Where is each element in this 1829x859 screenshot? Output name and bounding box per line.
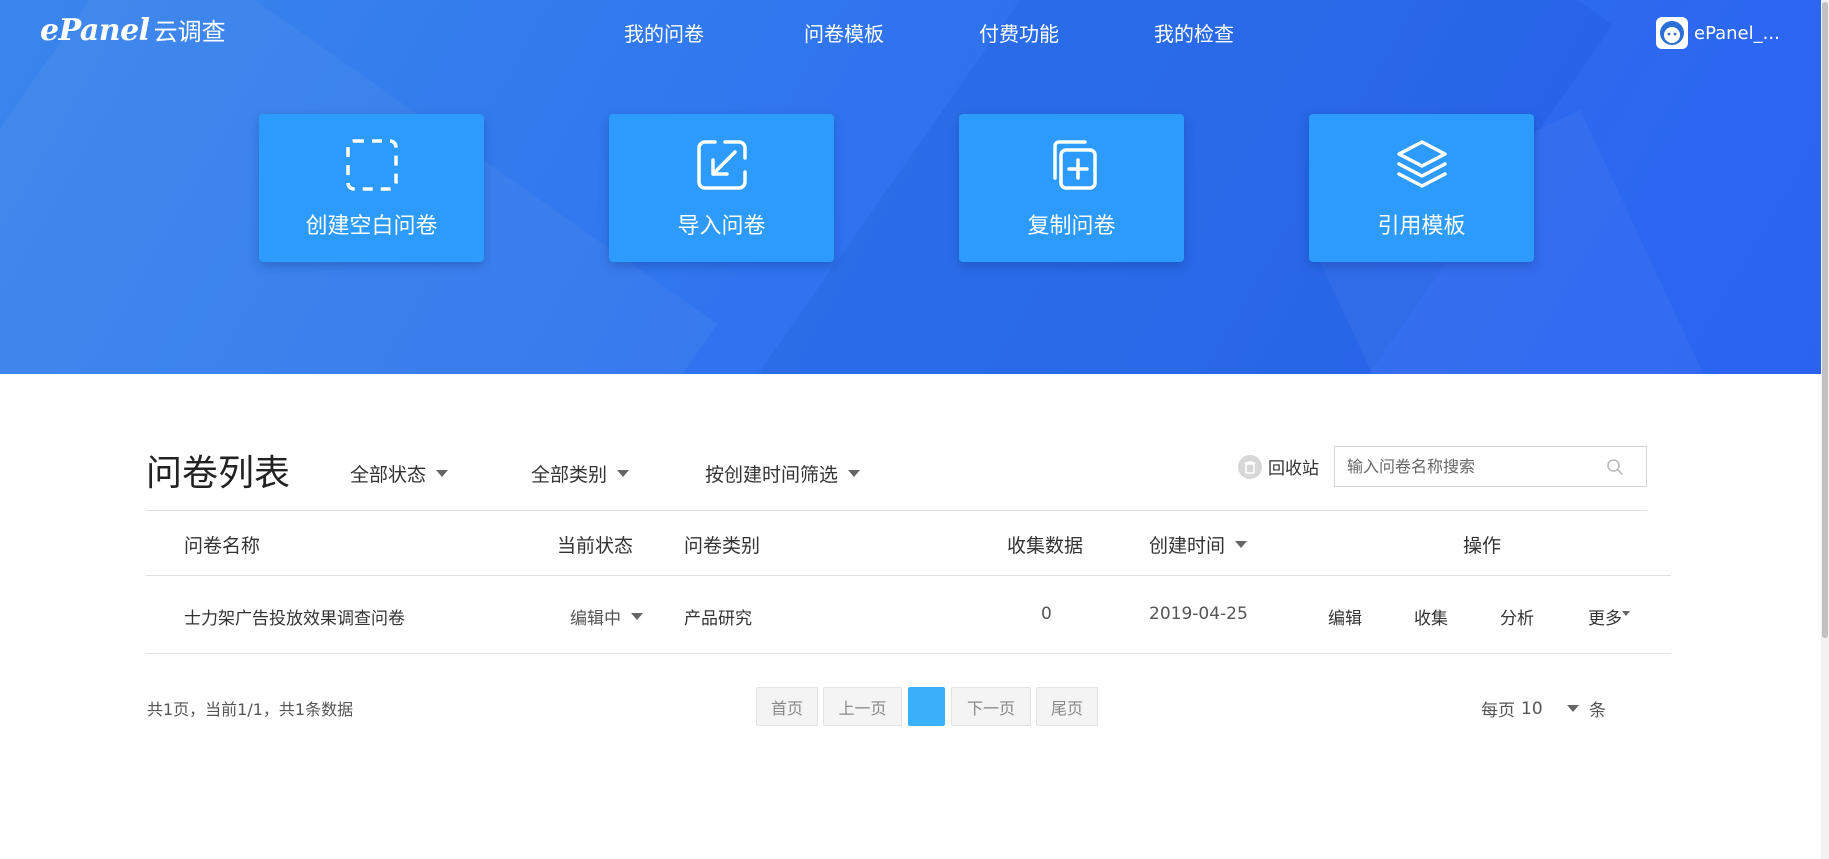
column-header-count: 收集数据	[1007, 535, 1084, 557]
user-menu[interactable]: ePanel_...	[1656, 17, 1780, 49]
more-dropdown[interactable]: 更多	[1588, 604, 1630, 629]
avatar	[1656, 17, 1688, 49]
column-header-status: 当前状态	[557, 535, 634, 557]
survey-name[interactable]: 士力架广告投放效果调查问卷	[184, 604, 405, 629]
last-page-button[interactable]: 尾页	[1036, 687, 1098, 726]
nav-paid-features[interactable]: 付费功能	[979, 18, 1059, 47]
copy-plus-icon	[1052, 140, 1097, 190]
analyze-button[interactable]: 分析	[1500, 604, 1534, 629]
action-label: 引用模板	[1377, 214, 1466, 239]
recycle-bin-button[interactable]: 回收站	[1238, 454, 1319, 479]
divider	[146, 510, 1647, 511]
dashed-square-icon	[345, 139, 398, 191]
sort-caret-icon	[1235, 541, 1248, 548]
hero-banner: ePanel 云调查 我的问卷 问卷模板 付费功能 我的检查 ePanel_..…	[0, 0, 1821, 374]
caret-down-icon	[1567, 705, 1579, 712]
scrollbar-thumb[interactable]	[1822, 2, 1828, 638]
action-label: 导入问卷	[677, 214, 766, 239]
column-header-name: 问卷名称	[184, 535, 261, 557]
copy-survey-button[interactable]: 复制问卷	[959, 114, 1184, 262]
filter-label: 全部状态	[350, 464, 427, 486]
column-header-created: 创建时间	[1149, 535, 1226, 557]
action-label: 创建空白问卷	[305, 214, 438, 239]
layers-icon	[1396, 140, 1447, 188]
column-header-created-sort[interactable]: 创建时间	[1149, 531, 1248, 558]
nav-my-checks[interactable]: 我的检查	[1154, 18, 1234, 47]
divider	[146, 575, 1671, 576]
import-arrow-icon	[696, 140, 747, 190]
status-value: 编辑中	[570, 609, 621, 629]
search-box	[1334, 446, 1647, 487]
avatar-face-icon	[1660, 21, 1684, 45]
recycle-bin-label: 回收站	[1268, 459, 1319, 479]
use-template-button[interactable]: 引用模板	[1309, 114, 1534, 262]
page-size-select[interactable]: 10	[1521, 699, 1579, 719]
first-page-button[interactable]: 首页	[756, 687, 818, 726]
search-input[interactable]	[1335, 457, 1600, 476]
user-name: ePanel_...	[1694, 22, 1780, 44]
main-nav: 我的问卷 问卷模板 付费功能 我的检查	[0, 18, 1821, 48]
divider	[146, 653, 1671, 654]
caret-down-icon	[436, 470, 449, 477]
page-title: 问卷列表	[146, 453, 291, 494]
action-label: 复制问卷	[1027, 214, 1116, 239]
create-blank-survey-button[interactable]: 创建空白问卷	[259, 114, 484, 262]
trash-icon	[1238, 454, 1262, 479]
caret-down-icon	[1622, 611, 1630, 616]
column-header-actions: 操作	[1463, 535, 1502, 557]
next-page-button[interactable]: 下一页	[951, 687, 1031, 726]
nav-my-surveys[interactable]: 我的问卷	[624, 18, 704, 47]
filter-label: 按创建时间筛选	[705, 464, 839, 486]
survey-category: 产品研究	[684, 609, 752, 629]
collected-count: 0	[1041, 604, 1052, 624]
category-filter-dropdown[interactable]: 全部类别	[531, 460, 630, 487]
page-size-control: 每页 10 条	[1481, 696, 1606, 722]
collect-button[interactable]: 收集	[1414, 604, 1448, 629]
more-label: 更多	[1588, 609, 1622, 629]
import-survey-button[interactable]: 导入问卷	[609, 114, 834, 262]
created-date: 2019-04-25	[1149, 604, 1248, 624]
created-time-filter-dropdown[interactable]: 按创建时间筛选	[705, 460, 861, 487]
edit-button[interactable]: 编辑	[1328, 604, 1362, 629]
status-filter-dropdown[interactable]: 全部状态	[350, 460, 449, 487]
pagination-summary: 共1页，当前1/1，共1条数据	[147, 700, 354, 719]
page-size-value: 10	[1521, 698, 1543, 719]
column-header-category: 问卷类别	[684, 535, 761, 557]
caret-down-icon	[631, 613, 643, 620]
search-icon[interactable]	[1606, 458, 1624, 476]
caret-down-icon	[848, 470, 861, 477]
vertical-scrollbar[interactable]	[1821, 0, 1829, 859]
filter-label: 全部类别	[531, 464, 608, 486]
status-dropdown[interactable]: 编辑中	[570, 604, 643, 629]
prev-page-button[interactable]: 上一页	[823, 687, 902, 726]
per-page-label: 每页	[1481, 701, 1515, 721]
nav-survey-templates[interactable]: 问卷模板	[804, 18, 884, 47]
caret-down-icon	[617, 470, 630, 477]
per-page-unit: 条	[1589, 701, 1606, 721]
page-1-button[interactable]: 1	[908, 687, 945, 726]
